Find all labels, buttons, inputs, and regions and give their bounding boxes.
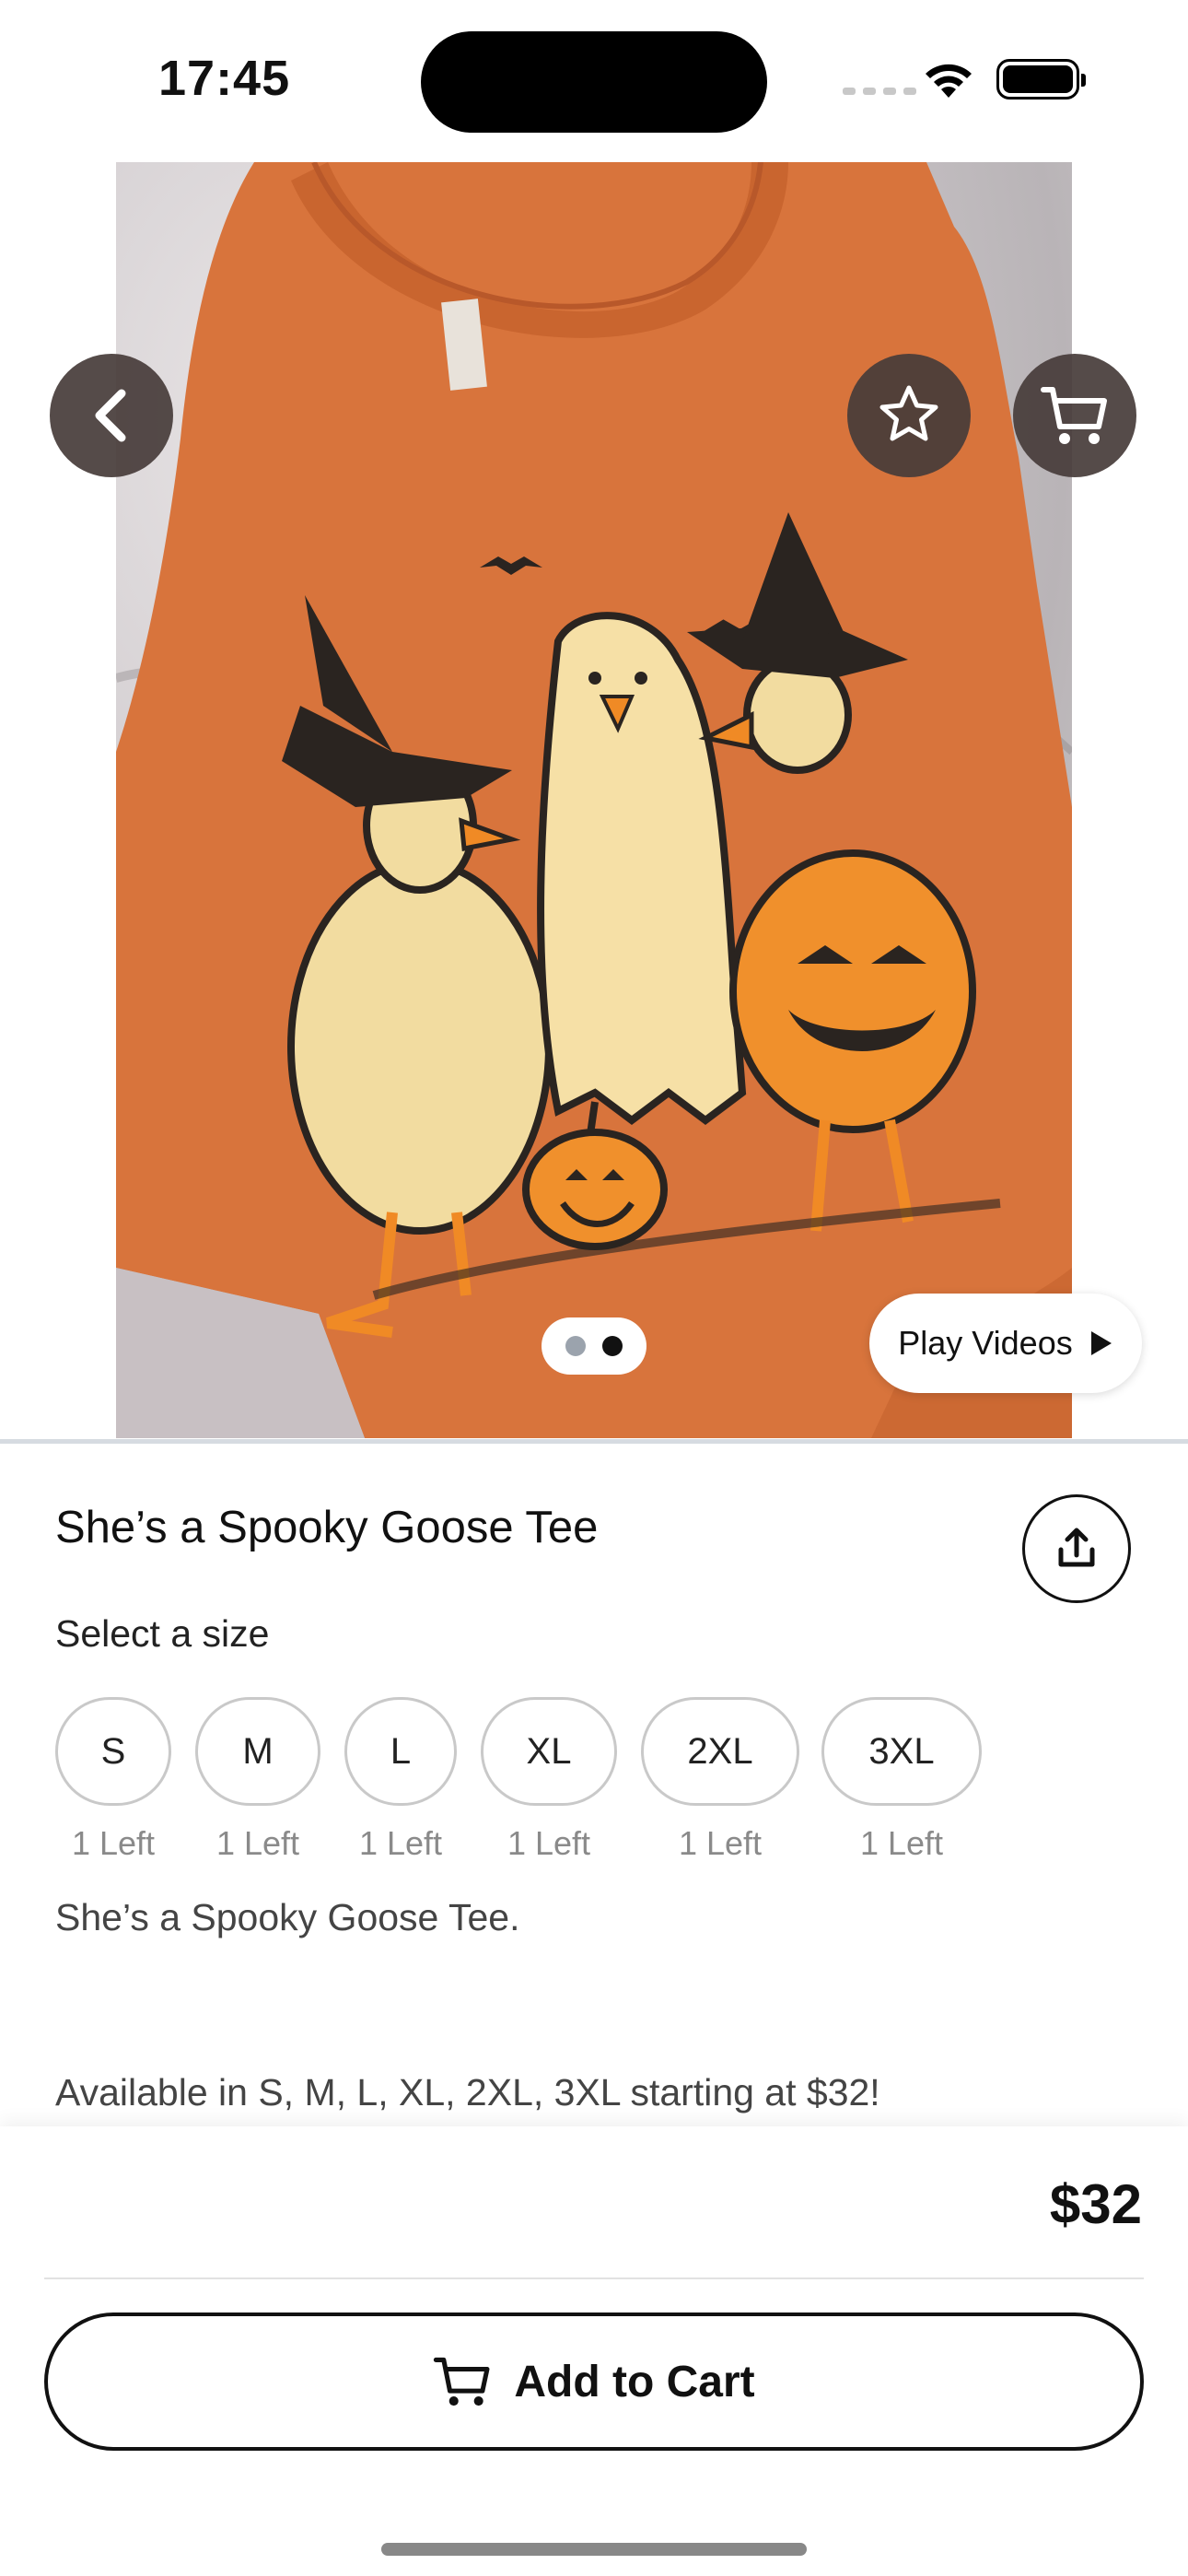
page-dot-1[interactable] (565, 1336, 586, 1356)
share-button[interactable] (1022, 1494, 1131, 1603)
size-option-s[interactable]: S (55, 1697, 171, 1806)
battery-icon (996, 59, 1086, 100)
purchase-panel: $32 Add to Cart (0, 2126, 1188, 2576)
select-size-label: Select a size (55, 1612, 270, 1655)
play-videos-label: Play Videos (898, 1324, 1073, 1362)
cart-icon (1041, 387, 1107, 444)
product-photo (116, 162, 1072, 1438)
size-option-2xl[interactable]: 2XL (641, 1697, 799, 1806)
status-bar: 17:45 (0, 0, 1188, 157)
panel-divider (44, 2277, 1144, 2279)
star-icon (879, 385, 938, 441)
product-description-line1: She’s a Spooky Goose Tee. (55, 1896, 520, 1938)
status-time: 17:45 (158, 51, 291, 106)
product-image-carousel[interactable]: Play Videos (0, 162, 1188, 1438)
size-stock-s: 1 Left (71, 1824, 156, 1862)
size-option-xl[interactable]: XL (481, 1697, 617, 1806)
chevron-left-icon (95, 389, 126, 442)
size-option-3xl[interactable]: 3XL (821, 1697, 982, 1806)
product-title: She’s a Spooky Goose Tee (55, 1503, 599, 1552)
favorite-button[interactable] (847, 354, 971, 477)
product-price: $32 (1049, 2173, 1142, 2235)
size-stock-m: 1 Left (215, 1824, 300, 1862)
page-dot-2[interactable] (602, 1336, 623, 1356)
size-option-l[interactable]: L (344, 1697, 457, 1806)
dynamic-island (421, 31, 767, 133)
size-stock-xl: 1 Left (507, 1824, 591, 1862)
share-icon (1058, 1528, 1095, 1567)
cart-button[interactable] (1013, 354, 1136, 477)
cart-icon (434, 2357, 490, 2406)
add-to-cart-label: Add to Cart (514, 2357, 755, 2406)
cellular-signal-icon (843, 88, 916, 95)
product-description-line2: Available in S, M, L, XL, 2XL, 3XL start… (55, 2071, 880, 2113)
play-icon (1090, 1331, 1112, 1355)
home-indicator[interactable] (381, 2543, 807, 2556)
play-videos-button[interactable]: Play Videos (869, 1294, 1142, 1393)
size-stock-3xl: 1 Left (859, 1824, 944, 1862)
wifi-icon (926, 64, 972, 98)
size-stock-2xl: 1 Left (678, 1824, 763, 1862)
size-stock-l: 1 Left (358, 1824, 443, 1862)
size-option-m[interactable]: M (195, 1697, 320, 1806)
section-divider (0, 1439, 1188, 1444)
back-button[interactable] (50, 354, 173, 477)
add-to-cart-button[interactable]: Add to Cart (44, 2313, 1144, 2451)
carousel-page-indicator[interactable] (542, 1317, 646, 1375)
